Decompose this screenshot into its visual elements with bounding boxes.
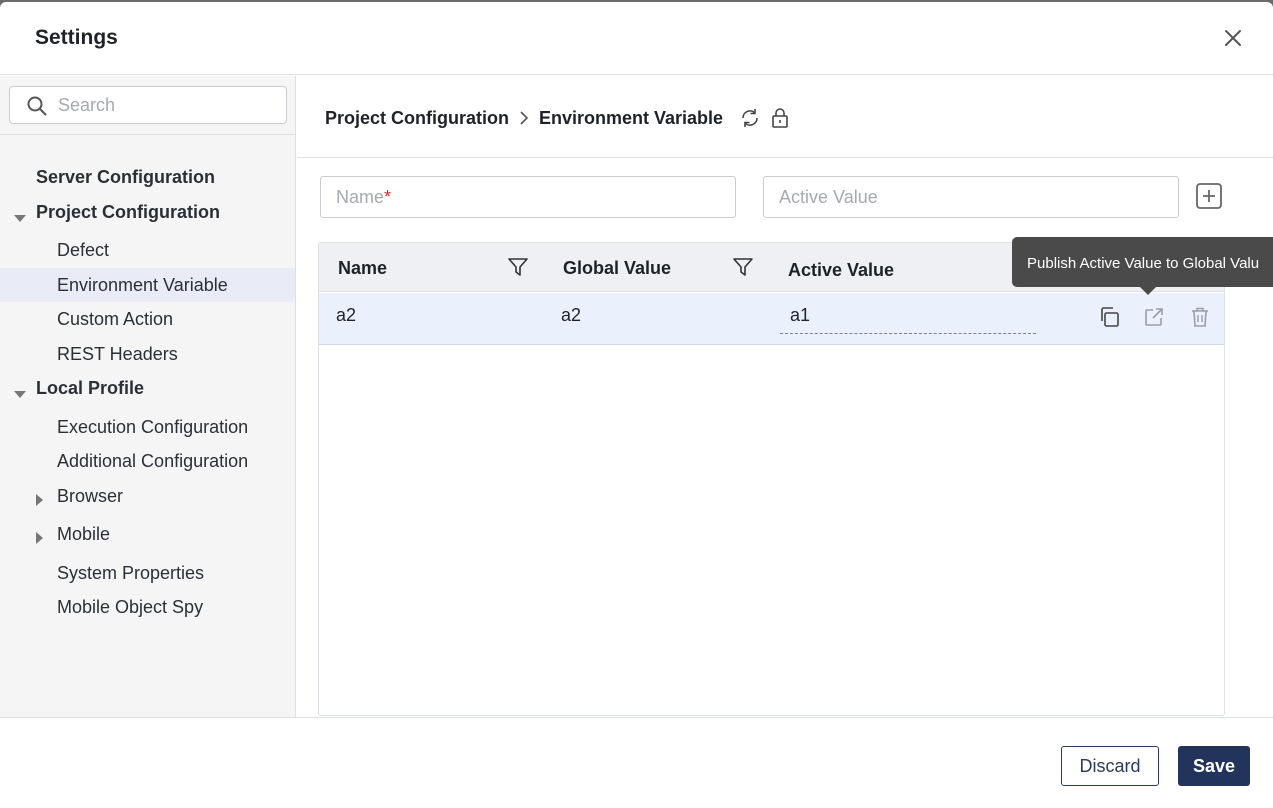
sidebar-item-custom-action[interactable]: Custom Action [0, 302, 295, 336]
column-header-global-value: Global Value [563, 258, 672, 278]
sidebar-item-project-configuration[interactable]: Project Configuration [0, 195, 295, 229]
active-value-input[interactable] [779, 185, 1159, 209]
column-header-active-value: Active Value [788, 260, 895, 280]
save-button[interactable]: Save [1178, 746, 1250, 786]
search-icon [27, 96, 47, 121]
tooltip-arrow [1140, 287, 1156, 295]
sync-icon[interactable] [739, 107, 761, 129]
sidebar-item-mobile-object-spy[interactable]: Mobile Object Spy [0, 590, 295, 624]
filter-icon[interactable] [733, 257, 753, 282]
discard-button[interactable]: Discard [1061, 746, 1159, 786]
copy-icon[interactable] [1098, 306, 1120, 333]
search-input[interactable] [58, 92, 278, 118]
caret-right-icon[interactable] [36, 490, 44, 511]
sidebar-item-label: Mobile Object Spy [57, 597, 204, 617]
close-icon[interactable] [1219, 24, 1247, 52]
sidebar-item-label: Local Profile [36, 378, 145, 398]
sidebar-item-label: Additional Configuration [57, 451, 249, 471]
table-row[interactable]: a2 a2 a1 [319, 293, 1224, 345]
dialog-title: Settings [35, 26, 118, 49]
caret-down-icon[interactable] [14, 383, 26, 404]
sidebar-item-label: Project Configuration [36, 202, 220, 222]
main-panel: Project Configuration Environment Variab… [297, 76, 1273, 717]
dialog-footer: Discard Save [0, 717, 1273, 808]
sidebar-item-label: Execution Configuration [57, 417, 249, 437]
settings-dialog: Settings Server Configuration Project Co… [0, 2, 1273, 808]
chevron-right-icon [519, 111, 529, 125]
dialog-header: Settings [0, 2, 1273, 75]
sidebar-item-label: Custom Action [57, 309, 174, 329]
sidebar-item-system-properties[interactable]: System Properties [0, 556, 295, 590]
sidebar-item-label: Browser [57, 486, 124, 506]
sidebar-item-server-configuration[interactable]: Server Configuration [0, 160, 295, 194]
breadcrumb: Project Configuration Environment Variab… [325, 104, 789, 132]
breadcrumb-parent[interactable]: Project Configuration [325, 108, 509, 129]
sidebar-item-label: Mobile [57, 524, 111, 544]
name-field[interactable]: * [320, 176, 736, 218]
main-divider [297, 157, 1273, 158]
filter-icon[interactable] [508, 257, 528, 282]
breadcrumb-current: Environment Variable [539, 107, 724, 128]
add-variable-button[interactable] [1195, 182, 1223, 210]
trash-icon[interactable] [1190, 306, 1210, 333]
sidebar-item-label: REST Headers [57, 344, 178, 364]
sidebar-item-rest-headers[interactable]: REST Headers [0, 337, 295, 371]
sidebar-item-execution-configuration[interactable]: Execution Configuration [0, 410, 295, 444]
sidebar-item-label: System Properties [57, 563, 205, 583]
sidebar-item-local-profile[interactable]: Local Profile [0, 371, 295, 405]
sidebar-item-mobile[interactable]: Mobile [0, 517, 295, 551]
sidebar-item-label: Defect [57, 240, 110, 260]
sidebar-item-defect[interactable]: Defect [0, 233, 295, 267]
cell-active-value: a1 [790, 305, 811, 325]
column-header-name: Name [338, 258, 388, 278]
name-input[interactable] [336, 185, 716, 209]
caret-right-icon[interactable] [36, 528, 44, 549]
publish-tooltip: Publish Active Value to Global Valu [1012, 237, 1273, 295]
caret-down-icon[interactable] [14, 207, 26, 228]
sidebar-item-label: Environment Variable [57, 275, 228, 295]
active-value-editable-cell[interactable]: a1 [780, 293, 1036, 334]
publish-icon[interactable] [1143, 306, 1165, 333]
sidebar-divider [0, 134, 296, 135]
settings-sidebar: Server Configuration Project Configurati… [0, 76, 296, 717]
active-value-field[interactable] [763, 176, 1179, 218]
lock-icon[interactable] [771, 108, 789, 128]
sidebar-item-label: Server Configuration [36, 167, 216, 187]
variables-table: Name Global Value Active Value a2 a2 a1 [318, 242, 1225, 716]
sidebar-item-environment-variable[interactable]: Environment Variable [0, 268, 295, 302]
sidebar-search[interactable] [9, 86, 287, 124]
sidebar-item-additional-configuration[interactable]: Additional Configuration [0, 444, 295, 478]
tooltip-text: Publish Active Value to Global Valu [1027, 255, 1260, 272]
cell-global-value: a2 [561, 305, 582, 325]
cell-name: a2 [336, 305, 357, 325]
sidebar-item-browser[interactable]: Browser [0, 479, 295, 513]
